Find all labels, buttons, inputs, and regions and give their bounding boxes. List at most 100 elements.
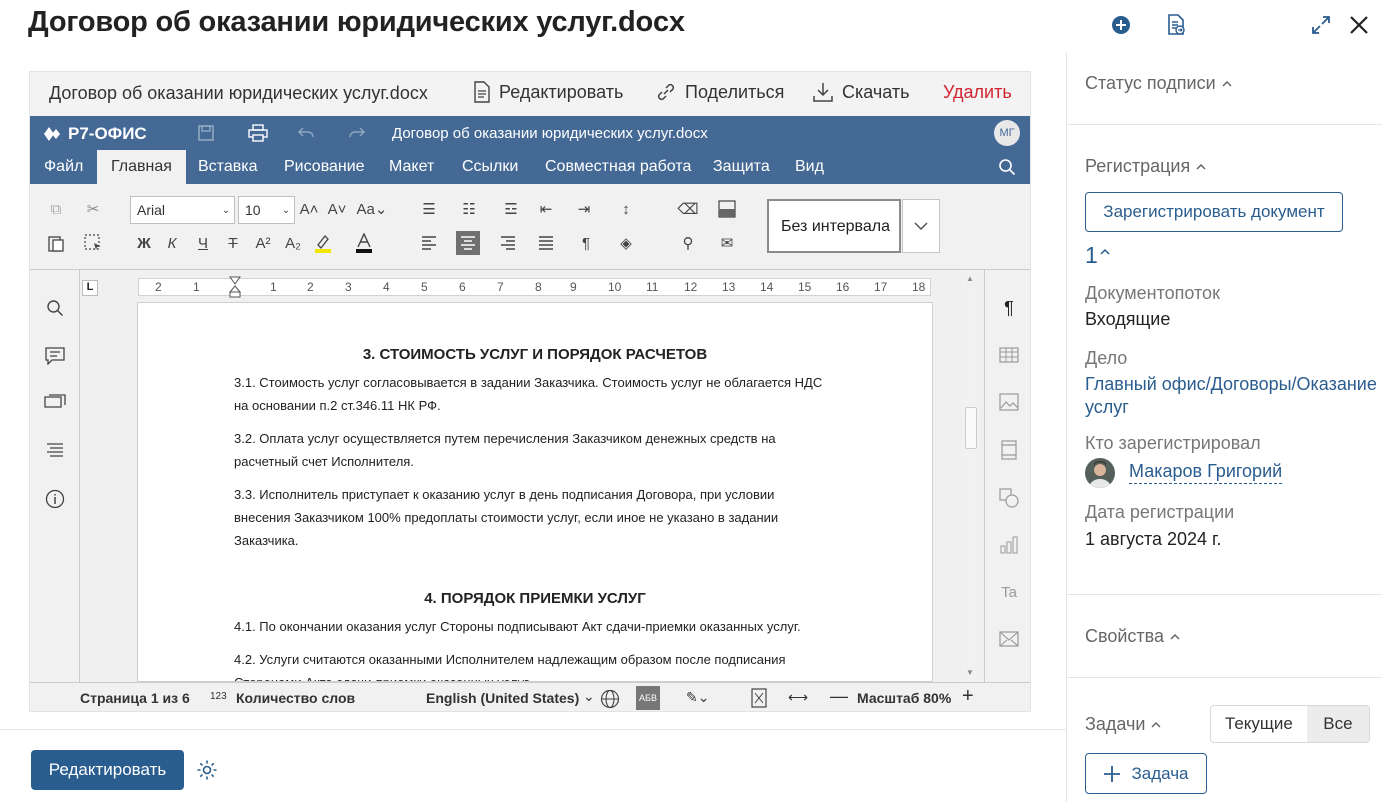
tab-stop-icon[interactable]: L bbox=[82, 280, 98, 296]
cut-icon[interactable]: ✂ bbox=[82, 198, 104, 220]
search-icon[interactable] bbox=[998, 158, 1016, 181]
tab-layout[interactable]: Макет bbox=[375, 150, 448, 184]
bullet-list-icon[interactable]: ☰ bbox=[418, 198, 440, 220]
mail-merge-settings-icon[interactable] bbox=[997, 627, 1021, 651]
scroll-thumb[interactable] bbox=[965, 407, 977, 449]
subscript-icon[interactable]: A₂ bbox=[282, 232, 304, 254]
style-preset[interactable]: Без интервала bbox=[767, 199, 901, 253]
add-circle-icon[interactable] bbox=[1108, 12, 1134, 38]
section-tasks[interactable]: Задачи bbox=[1085, 714, 1161, 735]
header-footer-icon[interactable] bbox=[997, 438, 1021, 462]
tab-insert[interactable]: Вставка bbox=[184, 150, 271, 184]
italic-icon[interactable]: К bbox=[161, 232, 183, 254]
zoom-out-icon[interactable]: — bbox=[830, 686, 848, 707]
page-indicator[interactable]: Страница 1 из 6 bbox=[80, 690, 190, 706]
navigation-icon[interactable] bbox=[43, 439, 67, 463]
multilevel-list-icon[interactable]: ☲ bbox=[500, 198, 522, 220]
viewer-edit-button[interactable]: Редактировать bbox=[473, 81, 623, 103]
case-link[interactable]: Главный офис/Договоры/Оказание услуг bbox=[1085, 373, 1381, 419]
tab-file[interactable]: Файл bbox=[30, 150, 97, 184]
comments-icon[interactable] bbox=[43, 344, 67, 368]
fit-width-icon[interactable]: ⟷ bbox=[788, 689, 808, 706]
indent-marker-icon[interactable] bbox=[228, 276, 242, 301]
mail-merge-icon[interactable]: ✉ bbox=[716, 232, 738, 254]
tab-collaboration[interactable]: Совместная работа bbox=[531, 150, 705, 184]
close-icon[interactable] bbox=[1346, 12, 1372, 38]
copy-style-icon[interactable]: ⚲ bbox=[677, 232, 699, 254]
expand-icon[interactable] bbox=[1308, 12, 1334, 38]
shape-settings-icon[interactable] bbox=[997, 486, 1021, 510]
font-decrease-icon[interactable]: A˅ bbox=[326, 198, 348, 220]
word-count[interactable]: Количество слов bbox=[236, 690, 355, 706]
tab-protection[interactable]: Защита bbox=[699, 150, 784, 184]
redo-icon[interactable] bbox=[348, 126, 366, 145]
version-selector[interactable]: 1 bbox=[1085, 242, 1110, 269]
document-canvas[interactable]: 3. СТОИМОСТЬ УСЛУГ И ПОРЯДОК РАСЧЕТОВ 3.… bbox=[137, 302, 933, 682]
track-changes-icon[interactable]: ✎⌄ bbox=[686, 689, 709, 706]
viewer-download-button[interactable]: Скачать bbox=[812, 81, 910, 103]
style-dropdown-button[interactable] bbox=[902, 199, 940, 253]
paste-icon[interactable] bbox=[45, 232, 67, 254]
underline-icon[interactable]: Ч bbox=[192, 232, 214, 254]
save-icon[interactable] bbox=[197, 124, 215, 147]
tab-references[interactable]: Ссылки bbox=[448, 150, 532, 184]
fill-color-icon[interactable]: ◈ bbox=[615, 232, 637, 254]
section-properties[interactable]: Свойства bbox=[1085, 626, 1180, 647]
globe-icon[interactable] bbox=[600, 689, 620, 711]
horizontal-ruler[interactable]: 2 1 1 2 3 4 5 6 7 8 9 10 11 12 13 14 15 … bbox=[138, 276, 931, 298]
tab-draw[interactable]: Рисование bbox=[270, 150, 379, 184]
copy-icon[interactable]: ⧉ bbox=[45, 198, 67, 220]
paragraph-settings-icon[interactable]: ¶ bbox=[997, 296, 1021, 320]
align-left-icon[interactable] bbox=[418, 232, 440, 254]
document-link-icon[interactable] bbox=[1163, 12, 1189, 38]
edit-button[interactable]: Редактировать bbox=[31, 750, 184, 790]
bold-icon[interactable]: Ж bbox=[133, 232, 155, 254]
strikethrough-icon[interactable]: Т bbox=[222, 232, 244, 254]
zoom-in-icon[interactable]: + bbox=[962, 685, 974, 708]
registered-by-link[interactable]: Макаров Григорий bbox=[1129, 461, 1283, 484]
register-document-button[interactable]: Зарегистрировать документ bbox=[1085, 192, 1343, 232]
scroll-down-icon[interactable]: ▼ bbox=[966, 668, 974, 677]
clear-formatting-icon[interactable]: ⌫ bbox=[677, 198, 699, 220]
select-all-icon[interactable] bbox=[82, 232, 104, 254]
align-right-icon[interactable] bbox=[497, 232, 519, 254]
gear-icon[interactable] bbox=[196, 759, 218, 781]
highlight-icon[interactable] bbox=[312, 232, 334, 254]
user-avatar[interactable]: МГ bbox=[994, 120, 1020, 146]
text-art-icon[interactable]: Ta bbox=[997, 580, 1021, 604]
numbered-list-icon[interactable]: ☷ bbox=[458, 198, 480, 220]
line-spacing-icon[interactable]: ↕ bbox=[615, 198, 637, 220]
color-scheme-icon[interactable] bbox=[716, 198, 738, 220]
tasks-tab-current[interactable]: Текущие bbox=[1211, 706, 1307, 742]
increase-indent-icon[interactable]: ⇥ bbox=[573, 198, 595, 220]
vertical-scrollbar[interactable]: ▲ ▼ bbox=[962, 270, 980, 682]
tab-home[interactable]: Главная bbox=[97, 150, 186, 184]
section-signature-status[interactable]: Статус подписи bbox=[1085, 73, 1232, 94]
spellcheck-icon[interactable]: АБВ bbox=[636, 686, 660, 710]
paragraph-marks-icon[interactable]: ¶ bbox=[575, 232, 597, 254]
font-increase-icon[interactable]: A˄ bbox=[298, 198, 320, 220]
chart-settings-icon[interactable] bbox=[997, 533, 1021, 557]
tasks-tab-all[interactable]: Все bbox=[1306, 706, 1369, 742]
chat-icon[interactable] bbox=[43, 391, 67, 415]
change-case-icon[interactable]: Aa⌄ bbox=[356, 198, 388, 220]
viewer-share-button[interactable]: Поделиться bbox=[655, 81, 784, 103]
align-justify-icon[interactable] bbox=[535, 232, 557, 254]
search-icon[interactable] bbox=[43, 296, 67, 320]
font-color-icon[interactable] bbox=[353, 232, 375, 254]
align-center-icon[interactable] bbox=[456, 231, 480, 255]
decrease-indent-icon[interactable]: ⇤ bbox=[535, 198, 557, 220]
tab-view[interactable]: Вид bbox=[781, 150, 838, 184]
language-select[interactable]: English (United States) bbox=[426, 690, 579, 706]
print-icon[interactable] bbox=[248, 124, 268, 147]
image-settings-icon[interactable] bbox=[997, 390, 1021, 414]
table-settings-icon[interactable] bbox=[997, 343, 1021, 367]
info-icon[interactable] bbox=[43, 487, 67, 511]
section-registration[interactable]: Регистрация bbox=[1085, 156, 1206, 177]
viewer-delete-button[interactable]: Удалить bbox=[943, 82, 1012, 103]
fit-page-icon[interactable] bbox=[750, 688, 768, 711]
superscript-icon[interactable]: A² bbox=[252, 232, 274, 254]
scroll-up-icon[interactable]: ▲ bbox=[966, 274, 974, 283]
add-task-button[interactable]: Задача bbox=[1085, 753, 1207, 794]
undo-icon[interactable] bbox=[297, 126, 315, 145]
